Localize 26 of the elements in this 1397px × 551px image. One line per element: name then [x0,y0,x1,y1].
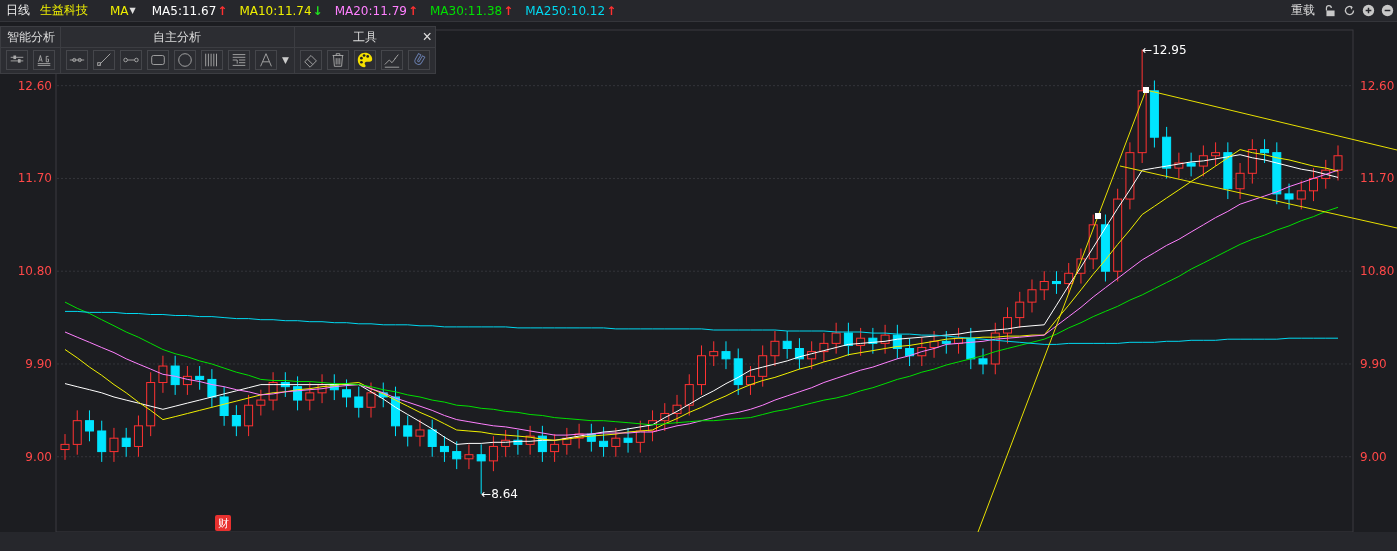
ma-value: MA30:11.38 [429,3,503,18]
price-label: 11.70 [1360,171,1395,186]
price-label: 11.70 [17,171,52,186]
section-title: 工具 [352,28,377,46]
trend-arrow: ↑ [407,3,418,18]
price-label: 9.00 [25,449,52,464]
trend-arrow: ↑ [606,3,617,18]
section-title: 自主分析 [153,28,202,46]
price-label: 12.60 [17,78,52,93]
trend-arrow: ↑ [503,3,514,18]
stock-name: 生益科技 [40,2,88,19]
ma-value: MA5:11.67 [151,3,217,18]
price-label: 9.00 [1360,449,1387,464]
price-label: 10.80 [17,264,52,279]
price-label: 9.90 [1360,357,1387,371]
trend-arrow: ↓ [312,3,323,18]
ma-value: MA20:11.79 [334,3,407,18]
price-label: 12.60 [1360,78,1395,93]
trend-arrow: ↑ [217,3,228,18]
price-label: 9.90 [25,357,52,371]
price-annotation: ←8.64 [481,486,518,501]
ma-value: MA10:11.74 [239,3,312,18]
price-label: 10.80 [1360,264,1395,279]
ma-value: MA250:10.12 [525,3,606,18]
price-annotation: ←12.95 [1142,42,1187,57]
section-title: 智能分析 [6,28,55,46]
